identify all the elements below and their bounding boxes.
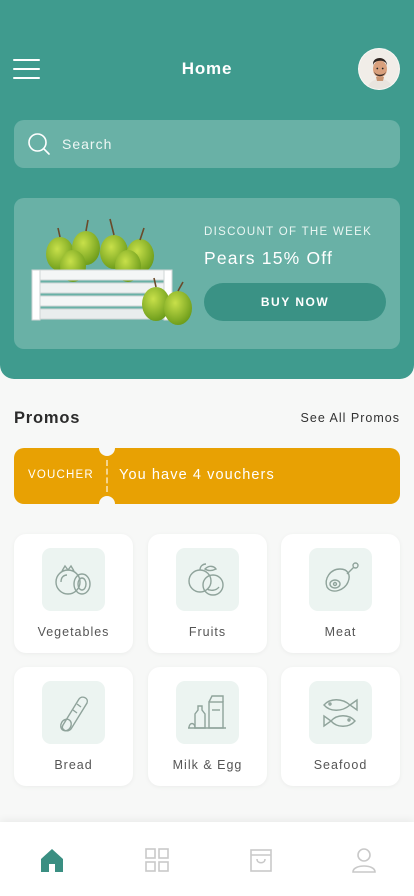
vegetables-icon: [55, 564, 91, 595]
category-bread[interactable]: Bread: [14, 667, 133, 786]
promo-banner: DISCOUNT OF THE WEEK Pears 15% Off BUY N…: [14, 198, 400, 349]
category-meat[interactable]: Meat: [281, 534, 400, 653]
search-bar[interactable]: [14, 120, 400, 168]
category-milk-egg[interactable]: Milk & Egg: [148, 667, 267, 786]
category-label: Fruits: [188, 625, 227, 639]
user-icon[interactable]: [350, 846, 378, 874]
bread-icon: [60, 696, 89, 732]
bottom-tab-bar: [0, 822, 414, 896]
category-label: Bread: [54, 758, 93, 772]
category-label: Seafood: [313, 758, 368, 772]
voucher-text: You have 4 vouchers: [119, 467, 275, 483]
buy-now-button[interactable]: BUY NOW: [204, 283, 386, 321]
avatar[interactable]: [358, 48, 400, 90]
promo-title: Pears 15% Off: [204, 248, 334, 268]
promo-label: DISCOUNT OF THE WEEK: [204, 226, 373, 238]
search-input[interactable]: [62, 120, 382, 168]
see-all-promos-link[interactable]: See All Promos: [301, 411, 400, 425]
home-icon[interactable]: [38, 846, 66, 874]
category-label: Vegetables: [37, 625, 110, 639]
milk-egg-icon: [188, 695, 226, 729]
page-title: Home: [181, 59, 233, 78]
category-label: Milk & Egg: [172, 758, 243, 772]
category-vegetables[interactable]: Vegetables: [14, 534, 133, 653]
pears-image: [31, 218, 192, 325]
category-seafood[interactable]: Seafood: [281, 667, 400, 786]
voucher-tag: VOUCHER: [28, 469, 94, 481]
promos-title: Promos: [14, 409, 81, 427]
category-label: Meat: [324, 625, 357, 639]
category-fruits[interactable]: Fruits: [148, 534, 267, 653]
seafood-icon: [323, 698, 358, 728]
grid-icon[interactable]: [143, 846, 171, 874]
bag-icon[interactable]: [247, 846, 275, 874]
search-icon: [28, 133, 50, 155]
fruits-icon: [188, 563, 224, 596]
voucher-banner[interactable]: VOUCHER You have 4 vouchers: [14, 448, 400, 504]
meat-icon: [325, 562, 359, 592]
header: Home Search DISCOUNT OF THE WEEK Pears 1…: [0, 0, 414, 379]
